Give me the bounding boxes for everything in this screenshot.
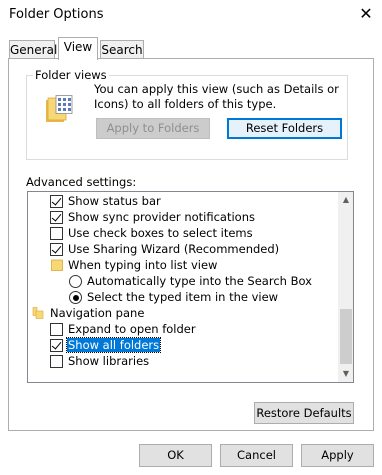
check-boxes-checkbox[interactable] — [50, 227, 63, 240]
advanced-settings-label: Advanced settings: — [26, 175, 137, 189]
show-libraries-checkbox[interactable] — [50, 355, 63, 368]
restore-defaults-button[interactable]: Restore Defaults — [254, 402, 354, 424]
list-item[interactable]: Use check boxes to select items — [28, 225, 338, 241]
tab-search[interactable]: Search — [100, 40, 144, 60]
apply-button[interactable]: Apply — [301, 444, 374, 467]
list-item-label: Select the typed item in the view — [87, 290, 279, 304]
sync-notifications-checkbox[interactable] — [50, 211, 63, 224]
tab-view[interactable]: View — [58, 37, 98, 60]
window-title: Folder Options — [9, 7, 104, 22]
cancel-button[interactable]: Cancel — [220, 444, 293, 467]
tab-general[interactable]: General — [9, 40, 57, 60]
list-item-label: Show all folders — [65, 337, 162, 353]
list-item-label: Expand to open folder — [68, 322, 196, 336]
list-item[interactable]: Automatically type into the Search Box — [28, 273, 338, 289]
list-item-label: Show sync provider notifications — [68, 210, 255, 224]
reset-folders-button[interactable]: Reset Folders — [227, 118, 342, 139]
list-item[interactable]: Expand to open folder — [28, 321, 338, 337]
folder-icon — [51, 259, 63, 271]
list-item: Navigation pane — [28, 305, 338, 321]
list-item-label: Use Sharing Wizard (Recommended) — [68, 242, 280, 256]
ok-button[interactable]: OK — [139, 444, 212, 467]
navigation-pane-icon — [32, 307, 44, 319]
list-item-label: Show status bar — [68, 194, 161, 208]
list-item-label: Use check boxes to select items — [68, 226, 253, 240]
select-typed-item-radio[interactable] — [69, 291, 82, 304]
title-bar: Folder Options ✕ — [0, 0, 382, 30]
list-item[interactable]: Show status bar — [28, 193, 338, 209]
scroll-up-icon[interactable]: ▲ — [338, 192, 353, 208]
list-item: When typing into list view — [28, 257, 338, 273]
list-item[interactable]: Use Sharing Wizard (Recommended) — [28, 241, 338, 257]
apply-to-folders-button[interactable]: Apply to Folders — [96, 118, 210, 139]
sharing-wizard-checkbox[interactable] — [50, 243, 63, 256]
vertical-scrollbar[interactable]: ▲ ▼ — [338, 192, 353, 382]
close-icon[interactable]: ✕ — [356, 4, 376, 24]
scroll-down-icon[interactable]: ▼ — [338, 366, 353, 382]
list-item-label: When typing into list view — [68, 258, 218, 272]
list-item-label: Automatically type into the Search Box — [87, 274, 312, 288]
folder-views-icon — [44, 95, 74, 125]
list-item[interactable]: Select the typed item in the view — [28, 289, 338, 305]
folder-views-label: Folder views — [33, 68, 109, 82]
scroll-thumb[interactable] — [340, 309, 352, 364]
list-item-label: Navigation pane — [50, 306, 145, 320]
list-item[interactable]: Show sync provider notifications — [28, 209, 338, 225]
auto-type-search-radio[interactable] — [69, 275, 82, 288]
folder-views-description: You can apply this view (such as Details… — [94, 82, 339, 111]
list-item[interactable]: Show libraries — [28, 353, 338, 369]
show-all-folders-checkbox[interactable] — [50, 339, 63, 352]
list-item[interactable]: Show all folders — [28, 337, 338, 353]
list-item-label: Show libraries — [68, 354, 150, 368]
show-status-bar-checkbox[interactable] — [50, 195, 63, 208]
advanced-settings-list[interactable]: Show status bar Show sync provider notif… — [27, 191, 354, 383]
expand-to-open-folder-checkbox[interactable] — [50, 323, 63, 336]
